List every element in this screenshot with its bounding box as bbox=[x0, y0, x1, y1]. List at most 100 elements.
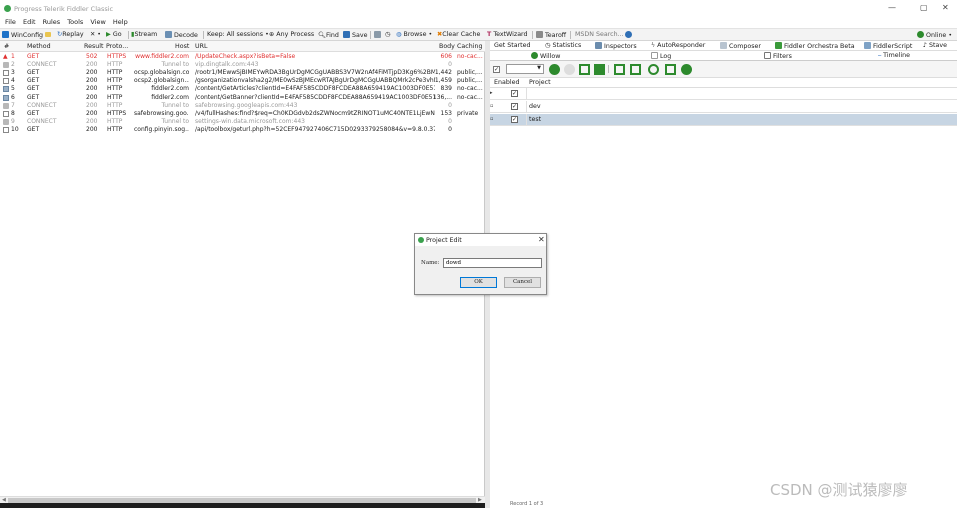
maximize-button[interactable]: ▢ bbox=[920, 3, 928, 12]
ok-button[interactable]: OK bbox=[460, 277, 497, 288]
menu-edit[interactable]: Edit bbox=[23, 18, 36, 26]
menu-tools[interactable]: Tools bbox=[67, 18, 83, 26]
session-row[interactable]: 8 GET 200 HTTPS safebrowsing.goo... /v4/fullH… bbox=[0, 110, 485, 118]
settings-gear-icon[interactable] bbox=[681, 64, 692, 75]
session-url-cell: /rootr1/MEwwSjBIMEYwRDA3BgUrDgMCGgUABBS3… bbox=[195, 69, 435, 77]
project-row[interactable]: ▫ ✓ test bbox=[490, 114, 957, 126]
grid-column-divider bbox=[526, 88, 527, 100]
col-protocol[interactable]: Proto... bbox=[106, 43, 128, 50]
textwizard-button[interactable]: T TextWizard bbox=[487, 31, 528, 38]
willow-run-icon[interactable] bbox=[549, 64, 560, 75]
session-row[interactable]: 3 GET 200 HTTP ocsp.globalsign.com/rootr1/ME… bbox=[0, 69, 485, 77]
col-number[interactable]: # bbox=[4, 43, 9, 50]
close-button[interactable]: ✕ bbox=[942, 3, 949, 12]
project-row[interactable]: ▸ ✓ bbox=[490, 88, 957, 100]
keep-sessions-dropdown[interactable]: Keep: All sessions • bbox=[207, 31, 269, 38]
search-icon[interactable] bbox=[648, 64, 659, 75]
any-process-button[interactable]: ⊕ Any Process bbox=[269, 31, 314, 38]
session-row[interactable]: 9 CONNECT 200 HTTP Tunnel to settings-win.dat… bbox=[0, 118, 485, 126]
msdn-search-box[interactable]: MSDN Search... bbox=[575, 31, 624, 38]
col-host[interactable]: Host bbox=[175, 43, 189, 50]
session-method-cell: GET bbox=[27, 93, 40, 101]
session-row[interactable]: ▲ 1 GET 502 HTTPS www.fiddler2.com/UpdateChec… bbox=[0, 53, 485, 61]
tab-statistics[interactable]: ◷ Statistics bbox=[545, 42, 581, 49]
col-caching[interactable]: Caching bbox=[457, 43, 482, 50]
col-body[interactable]: Body bbox=[439, 43, 455, 50]
project-enabled-checkbox[interactable]: ✓ bbox=[511, 116, 518, 123]
stream-button[interactable]: ▮Stream bbox=[131, 31, 157, 38]
tab-filters[interactable]: Filters bbox=[764, 52, 792, 60]
session-method-cell: CONNECT bbox=[27, 117, 57, 125]
delete-icon[interactable] bbox=[594, 64, 605, 75]
find-button[interactable]: 🔍︎Find bbox=[318, 31, 339, 39]
tab-inspectors[interactable]: Inspectors bbox=[595, 42, 637, 50]
online-indicator[interactable]: Online • bbox=[917, 31, 952, 39]
menu-file[interactable]: File bbox=[5, 18, 16, 26]
cancel-button[interactable]: Cancel bbox=[504, 277, 541, 288]
menu-rules[interactable]: Rules bbox=[43, 18, 61, 26]
replay-button[interactable]: ↻Replay bbox=[57, 31, 84, 38]
comment-button[interactable] bbox=[45, 31, 53, 38]
session-row[interactable]: 7 CONNECT 200 HTTP Tunnel to safebrowsing.goo… bbox=[0, 102, 485, 110]
menu-view[interactable]: View bbox=[90, 18, 105, 26]
session-host-cell: Tunnel to bbox=[161, 61, 189, 69]
export-icon[interactable] bbox=[630, 64, 641, 75]
horizontal-scrollbar[interactable]: ◀ ▶ bbox=[0, 496, 485, 503]
col-url[interactable]: URL bbox=[195, 43, 208, 50]
tab-fiddler-orchestra[interactable]: Fiddler Orchestra Beta bbox=[775, 42, 855, 50]
minimize-button[interactable]: — bbox=[888, 3, 896, 12]
tearoff-button[interactable]: Tearoff bbox=[536, 31, 566, 39]
project-select-dropdown[interactable]: ▼ bbox=[506, 64, 544, 74]
tab-timeline[interactable]: ⎯ Timeline bbox=[878, 52, 910, 60]
remove-sessions-button[interactable]: ✕ • bbox=[90, 31, 101, 38]
session-body-cell: 839 bbox=[440, 85, 452, 93]
go-button[interactable]: ▶ Go bbox=[106, 31, 122, 38]
edit-icon[interactable] bbox=[665, 64, 676, 75]
screenshot-button[interactable] bbox=[374, 31, 383, 39]
import-icon[interactable] bbox=[614, 64, 625, 75]
session-row[interactable]: 6 GET 200 HTTP fiddler2.com/content/GetBanne… bbox=[0, 94, 485, 102]
help-icon[interactable] bbox=[625, 31, 634, 39]
project-row[interactable]: ▫ ✓ dev bbox=[490, 101, 957, 113]
copy-icon[interactable] bbox=[579, 64, 590, 75]
statistics-icon: ◷ bbox=[545, 42, 551, 49]
clear-cache-button[interactable]: ✖Clear Cache bbox=[437, 31, 480, 38]
session-row[interactable]: 10 GET 200 HTTP config.pinyin.sog... /api/too… bbox=[0, 126, 485, 134]
row-marker-icon: ▫ bbox=[490, 116, 494, 122]
project-name-input[interactable] bbox=[443, 258, 542, 268]
tab-autoresponder[interactable]: ϟ AutoResponder bbox=[651, 42, 705, 49]
browse-button[interactable]: ◍ Browse • bbox=[396, 31, 432, 38]
tab-fiddlerscript[interactable]: FiddlerScript bbox=[864, 42, 912, 50]
tab-composer[interactable]: Composer bbox=[720, 42, 761, 50]
session-result-cell: 200 bbox=[86, 109, 98, 117]
doc-icon bbox=[3, 70, 9, 77]
session-method-cell: GET bbox=[27, 85, 40, 93]
willow-enable-checkbox[interactable]: ✓ bbox=[493, 66, 500, 73]
dialog-title-bar[interactable]: Project Edit ✕ bbox=[415, 234, 546, 246]
col-project[interactable]: Project bbox=[529, 79, 551, 86]
online-globe-icon bbox=[917, 31, 924, 38]
session-row[interactable]: 4 GET 200 HTTP ocsp2.globalsign.... /gsorgani… bbox=[0, 77, 485, 85]
session-row[interactable]: 5 GET 200 HTTP fiddler2.com/content/GetArtic… bbox=[0, 85, 485, 93]
col-enabled[interactable]: Enabled bbox=[494, 79, 519, 86]
session-caching-cell: public,... bbox=[457, 69, 483, 77]
dialog-close-icon[interactable]: ✕ bbox=[538, 235, 545, 244]
timer-button[interactable]: ◷ bbox=[385, 31, 391, 38]
tab-willow[interactable]: Willow bbox=[531, 52, 560, 60]
refresh-icon[interactable] bbox=[564, 64, 575, 75]
decode-button[interactable]: Decode bbox=[165, 31, 198, 39]
sessions-header: # Method Result Proto... Host URL Body C… bbox=[0, 41, 485, 52]
winconfig-button[interactable]: WinConfig bbox=[2, 31, 43, 39]
col-result[interactable]: Result bbox=[84, 43, 103, 50]
session-proto-cell: HTTP bbox=[107, 117, 123, 125]
tab-log[interactable]: Log bbox=[651, 52, 671, 60]
warning-icon: ▲ bbox=[3, 53, 8, 60]
menu-help[interactable]: Help bbox=[113, 18, 128, 26]
session-row[interactable]: 2 CONNECT 200 HTTP Tunnel to vip.dingtalk.com… bbox=[0, 61, 485, 69]
project-enabled-checkbox[interactable]: ✓ bbox=[511, 90, 518, 97]
project-enabled-checkbox[interactable]: ✓ bbox=[511, 103, 518, 110]
tab-get-started[interactable]: Get Started bbox=[494, 42, 530, 49]
tab-stave[interactable]: ♪ Stave bbox=[923, 42, 947, 49]
col-method[interactable]: Method bbox=[27, 43, 51, 50]
save-button[interactable]: Save bbox=[343, 31, 367, 39]
